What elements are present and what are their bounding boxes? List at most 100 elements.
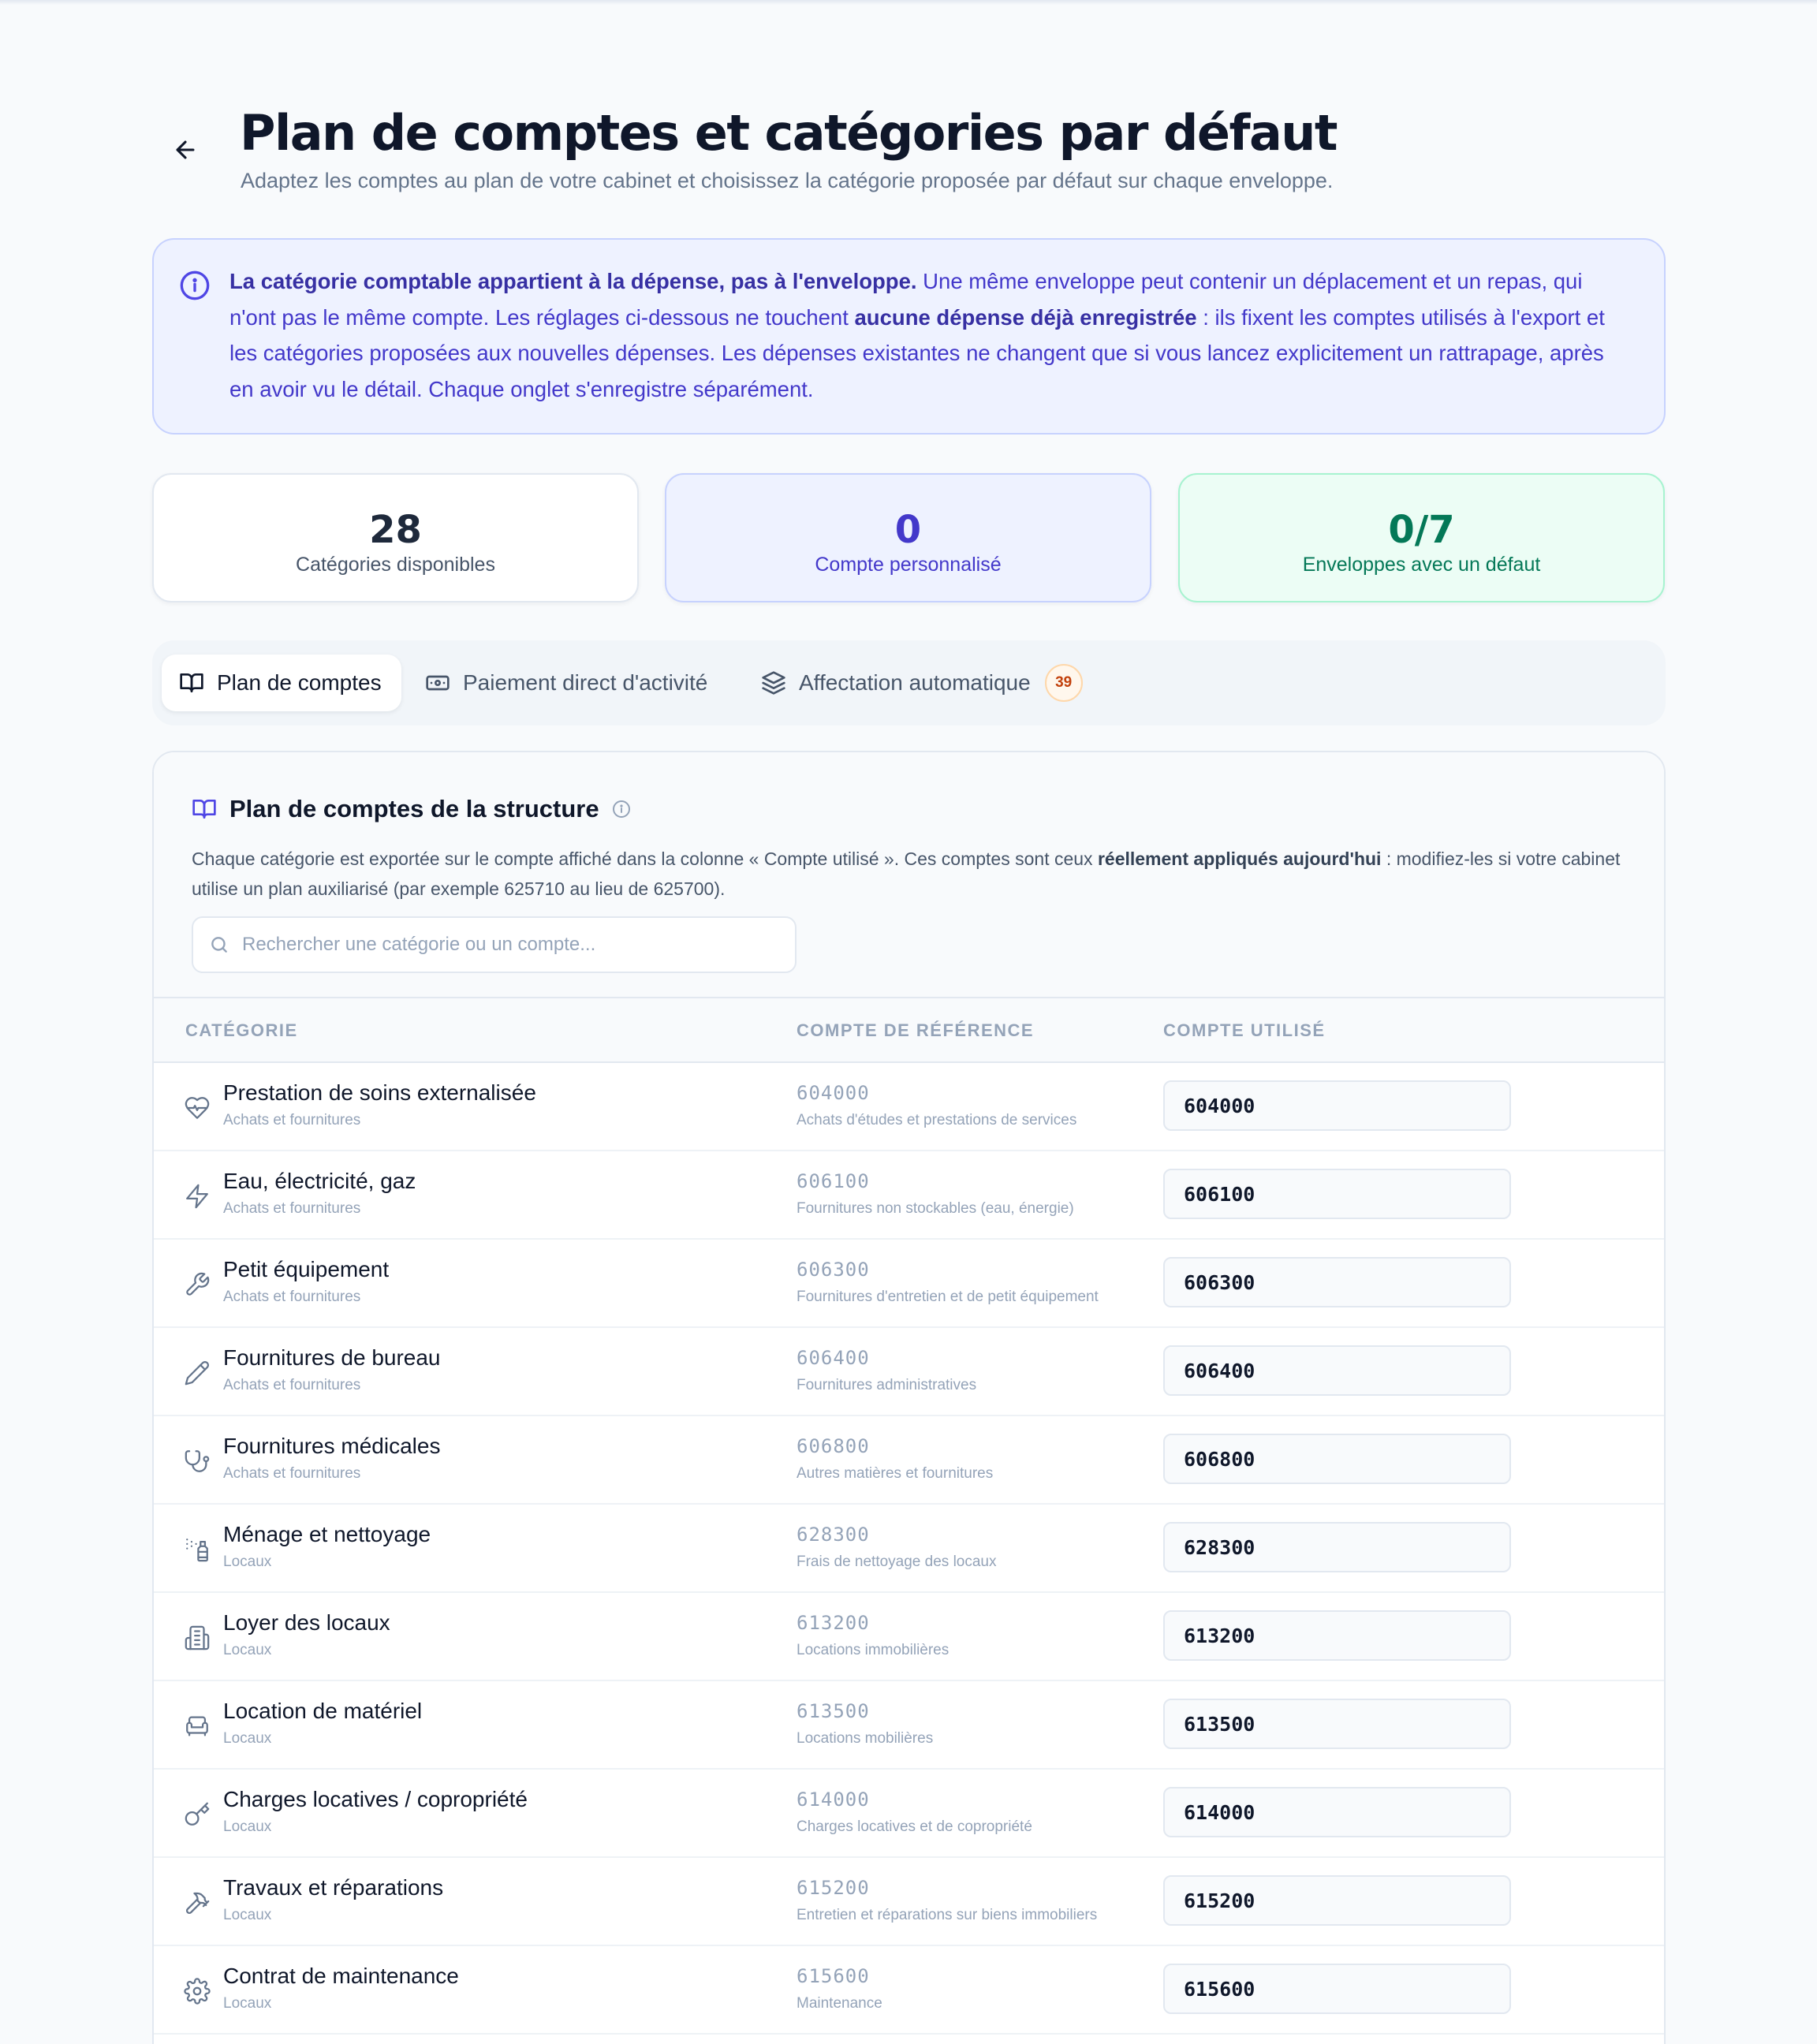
info-strong-1: La catégorie comptable appartient à la d… xyxy=(229,269,917,293)
stat-value: 0 xyxy=(894,508,922,552)
spray-bottle-icon xyxy=(186,1539,208,1562)
category-name: Prestation de soins externalisée xyxy=(223,1080,536,1105)
count-badge: 39 xyxy=(1044,664,1083,702)
category-group: Achats et fournitures xyxy=(223,1200,361,1217)
info-text: La catégorie comptable appartient à la d… xyxy=(229,263,1633,407)
category-name: Contrat de maintenance xyxy=(223,1964,459,1988)
tab-label: Affectation automatique xyxy=(799,670,1031,695)
search-box xyxy=(192,916,797,973)
table-row: Travaux et réparations Locaux 615200 Entret… xyxy=(154,1858,1664,1946)
stat-value: 0/7 xyxy=(1388,508,1455,552)
category-name: Fournitures de bureau xyxy=(223,1345,441,1370)
category-group: Achats et fournitures xyxy=(223,1465,361,1482)
stethoscope-icon xyxy=(185,1450,210,1472)
tab-label: Paiement direct d'activité xyxy=(463,670,708,695)
category-name: Travaux et réparations xyxy=(223,1875,444,1900)
panel-header: Plan de comptes de la structure Chaque c… xyxy=(154,752,1664,998)
table-row xyxy=(154,2035,1664,2044)
stat-label: Enveloppes avec un défaut xyxy=(1302,554,1541,576)
column-header-category: CATÉGORIE xyxy=(185,1020,298,1040)
reference-account-code: 606300 xyxy=(797,1259,870,1281)
arrow-left-icon xyxy=(176,140,195,159)
page-subtitle: Adaptez les comptes au plan de votre cab… xyxy=(241,169,1334,192)
page-title: Plan de comptes et catégories par défaut xyxy=(240,104,1338,162)
wrench-icon xyxy=(186,1272,210,1296)
category-group: Locaux xyxy=(223,1730,272,1747)
tab-affectation-automatique[interactable]: Affectation automatique 39 xyxy=(761,655,1083,711)
armchair-icon xyxy=(186,1716,208,1736)
reference-account-label: Locations mobilières xyxy=(797,1730,934,1747)
category-group: Achats et fournitures xyxy=(223,1377,361,1393)
pencil-icon xyxy=(185,1360,210,1386)
info-strong-2: aucune dépense déjà enregistrée xyxy=(854,304,1197,330)
category-name: Location de matériel xyxy=(223,1699,423,1723)
table-row: Ménage et nettoyage Locaux 628300 Frais de … xyxy=(154,1505,1664,1593)
stat-card-categories: 28 Catégories disponibles xyxy=(152,473,639,602)
category-group: Locaux xyxy=(223,1907,272,1923)
table-row: Charges locatives / copropriété Locaux 614… xyxy=(154,1770,1664,1858)
used-account-input[interactable] xyxy=(1163,1169,1511,1219)
reference-account-code: 613500 xyxy=(797,1700,870,1722)
panel-description: Chaque catégorie est exportée sur le com… xyxy=(192,844,1627,904)
table-row: Eau, électricité, gaz Achats et fournitur… xyxy=(154,1151,1664,1240)
accounts-table-body: Prestation de soins externalisée Achats e… xyxy=(154,1063,1664,2044)
category-name: Fournitures médicales xyxy=(223,1434,441,1458)
table-row: Contrat de maintenance Locaux 615600 Mainte… xyxy=(154,1946,1664,2035)
used-account-input[interactable] xyxy=(1163,1434,1511,1484)
back-button[interactable] xyxy=(168,132,203,167)
info-icon xyxy=(180,270,210,300)
tab-bar: Plan de comptes Paiement direct d'activi… xyxy=(152,640,1666,725)
used-account-input[interactable] xyxy=(1163,1257,1511,1307)
info-tooltip-icon[interactable] xyxy=(612,800,631,819)
reference-account-code: 613200 xyxy=(797,1612,870,1634)
column-header-used: COMPTE UTILISÉ xyxy=(1163,1020,1326,1040)
top-shadow xyxy=(0,0,1817,5)
key-icon xyxy=(185,1802,210,1826)
search-icon xyxy=(211,937,227,953)
layers-icon xyxy=(762,671,785,695)
category-name: Charges locatives / copropriété xyxy=(223,1787,528,1811)
info-banner: La catégorie comptable appartient à la d… xyxy=(152,238,1666,435)
category-name: Ménage et nettoyage xyxy=(223,1522,431,1546)
panel-title-text: Plan de comptes de la structure xyxy=(229,795,599,822)
heart-pulse-icon xyxy=(185,1097,210,1119)
category-name: Loyer des locaux xyxy=(223,1610,390,1635)
used-account-input[interactable] xyxy=(1163,1875,1511,1926)
table-header: CATÉGORIE COMPTE DE RÉFÉRENCE COMPTE UTI… xyxy=(154,998,1664,1063)
hammer-icon xyxy=(185,1892,210,1915)
tab-paiement-direct[interactable]: Paiement direct d'activité xyxy=(425,655,707,711)
category-group: Locaux xyxy=(223,1642,272,1658)
used-account-input[interactable] xyxy=(1163,1610,1511,1661)
tab-plan-de-comptes[interactable]: Plan de comptes xyxy=(162,655,401,711)
stat-card-envelopes: 0/7 Enveloppes avec un défaut xyxy=(1178,473,1665,602)
category-group: Locaux xyxy=(223,1995,272,2012)
category-group: Achats et fournitures xyxy=(223,1112,361,1128)
reference-account-label: Fournitures d'entretien et de petit équi… xyxy=(797,1289,1099,1305)
panel-title: Plan de comptes de la structure xyxy=(192,795,631,823)
used-account-input[interactable] xyxy=(1163,1345,1511,1396)
reference-account-code: 606400 xyxy=(797,1347,870,1369)
reference-account-label: Locations immobilières xyxy=(797,1642,950,1658)
stat-card-custom-accounts: 0 Compte personnalisé xyxy=(665,473,1151,602)
used-account-input[interactable] xyxy=(1163,1699,1511,1749)
column-header-reference: COMPTE DE RÉFÉRENCE xyxy=(797,1020,1035,1040)
banknote-icon xyxy=(426,675,450,691)
reference-account-code: 615200 xyxy=(797,1877,870,1899)
reference-account-label: Fournitures administratives xyxy=(797,1377,977,1393)
used-account-input[interactable] xyxy=(1163,1080,1511,1131)
category-name: Eau, électricité, gaz xyxy=(223,1169,416,1193)
used-account-input[interactable] xyxy=(1163,1522,1511,1572)
reference-account-label: Frais de nettoyage des locaux xyxy=(797,1554,997,1570)
desc-strong: réellement appliqués aujourd'hui xyxy=(1097,849,1382,869)
used-account-input[interactable] xyxy=(1163,1964,1511,2014)
stat-label: Catégories disponibles xyxy=(296,554,495,576)
reference-account-code: 606800 xyxy=(797,1435,870,1457)
table-row: Prestation de soins externalisée Achats e… xyxy=(154,1063,1664,1151)
reference-account-code: 614000 xyxy=(797,1788,870,1811)
used-account-input[interactable] xyxy=(1163,1787,1511,1837)
reference-account-label: Autres matières et fournitures xyxy=(797,1465,994,1482)
reference-account-code: 628300 xyxy=(797,1524,870,1546)
search-input[interactable] xyxy=(242,934,778,956)
building-icon xyxy=(185,1625,210,1650)
category-group: Achats et fournitures xyxy=(223,1289,361,1305)
